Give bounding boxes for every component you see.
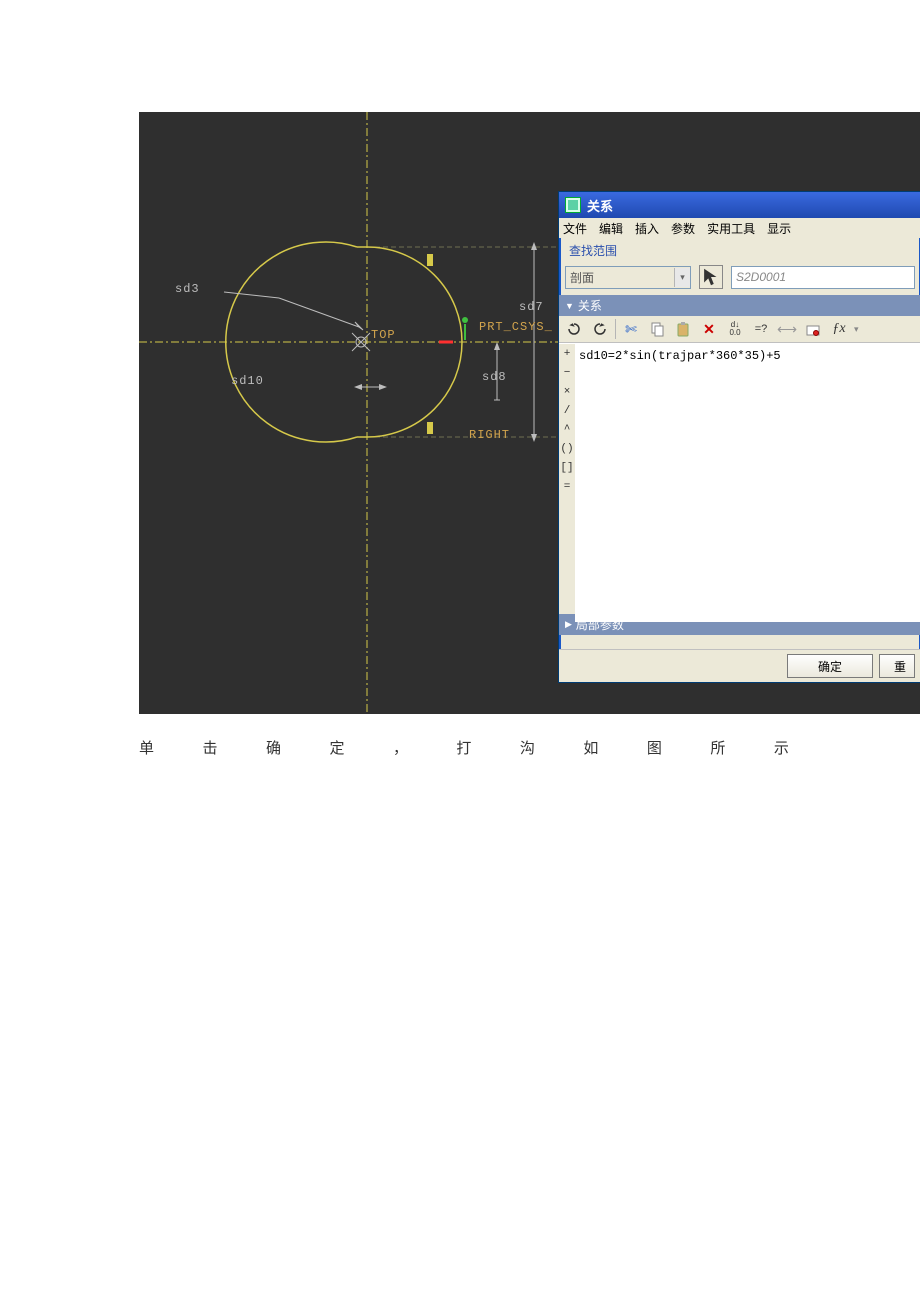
dialog-titlebar[interactable]: 关系	[559, 192, 920, 218]
menu-insert[interactable]: 插入	[635, 220, 659, 237]
dim-sd10[interactable]: sd10	[231, 374, 264, 388]
evaluate-button[interactable]: =?	[750, 318, 772, 340]
op-bracket[interactable]: []	[560, 460, 573, 477]
reset-button[interactable]: 重	[879, 654, 915, 678]
op-times[interactable]: ×	[564, 384, 571, 401]
toolbar-separator	[615, 319, 616, 339]
op-power[interactable]: ^	[564, 422, 571, 439]
renumber-button[interactable]: d↓0.0	[724, 318, 746, 340]
dim-sd7[interactable]: sd7	[519, 300, 544, 314]
delete-button[interactable]: ✕	[698, 318, 720, 340]
scope-entity-value[interactable]	[732, 268, 914, 287]
op-plus[interactable]: +	[564, 346, 571, 363]
dimension-button[interactable]: ⟷	[776, 318, 798, 340]
menu-params[interactable]: 参数	[671, 220, 695, 237]
scope-type-combo[interactable]: ▾	[565, 266, 691, 289]
chevron-down-icon[interactable]: ▾	[674, 268, 690, 287]
op-divide[interactable]: /	[564, 403, 571, 420]
chevron-down-icon[interactable]: ▾	[854, 324, 859, 335]
fx-button[interactable]: ƒx	[828, 318, 850, 340]
op-paren[interactable]: ()	[560, 441, 573, 458]
scope-entity-combo[interactable]	[731, 266, 915, 289]
caption-text: 单击确定，打沟如图所示	[139, 740, 789, 758]
op-minus[interactable]: −	[564, 365, 571, 382]
menu-utils[interactable]: 实用工具	[707, 220, 755, 237]
menu-file[interactable]: 文件	[563, 220, 587, 237]
relations-dialog: 关系 文件 编辑 插入 参数 实用工具 显示 查找范围 ▾ 关系	[558, 191, 920, 683]
ok-button[interactable]: 确定	[787, 654, 873, 678]
pick-arrow-button[interactable]	[699, 265, 723, 289]
editor-toolbar: ✄ ✕ d↓0.0 =? ⟷ ƒx ▾	[559, 316, 920, 343]
dialog-title: 关系	[587, 196, 613, 215]
relations-editor[interactable]	[575, 344, 920, 622]
browse-button[interactable]	[802, 318, 824, 340]
copy-button[interactable]	[646, 318, 668, 340]
section-scope-label: 查找范围	[559, 238, 920, 259]
axis-label-right: RIGHT	[469, 428, 510, 442]
app-icon	[565, 197, 581, 213]
dim-sd8[interactable]: sd8	[482, 370, 507, 384]
op-equals[interactable]: =	[564, 479, 571, 496]
undo-button[interactable]	[563, 318, 585, 340]
axis-label-top: TOP	[371, 328, 396, 342]
scope-type-value	[566, 268, 674, 287]
redo-button[interactable]	[589, 318, 611, 340]
dim-sd3[interactable]: sd3	[175, 282, 200, 296]
operator-column: + − × / ^ () [] =	[559, 344, 575, 614]
menubar: 文件 编辑 插入 参数 实用工具 显示	[559, 218, 920, 238]
cut-button[interactable]: ✄	[620, 318, 642, 340]
section-relations-header[interactable]: 关系	[559, 295, 920, 316]
paste-button[interactable]	[672, 318, 694, 340]
menu-show[interactable]: 显示	[767, 220, 791, 237]
csys-label: PRT_CSYS_	[479, 320, 553, 334]
menu-edit[interactable]: 编辑	[599, 220, 623, 237]
